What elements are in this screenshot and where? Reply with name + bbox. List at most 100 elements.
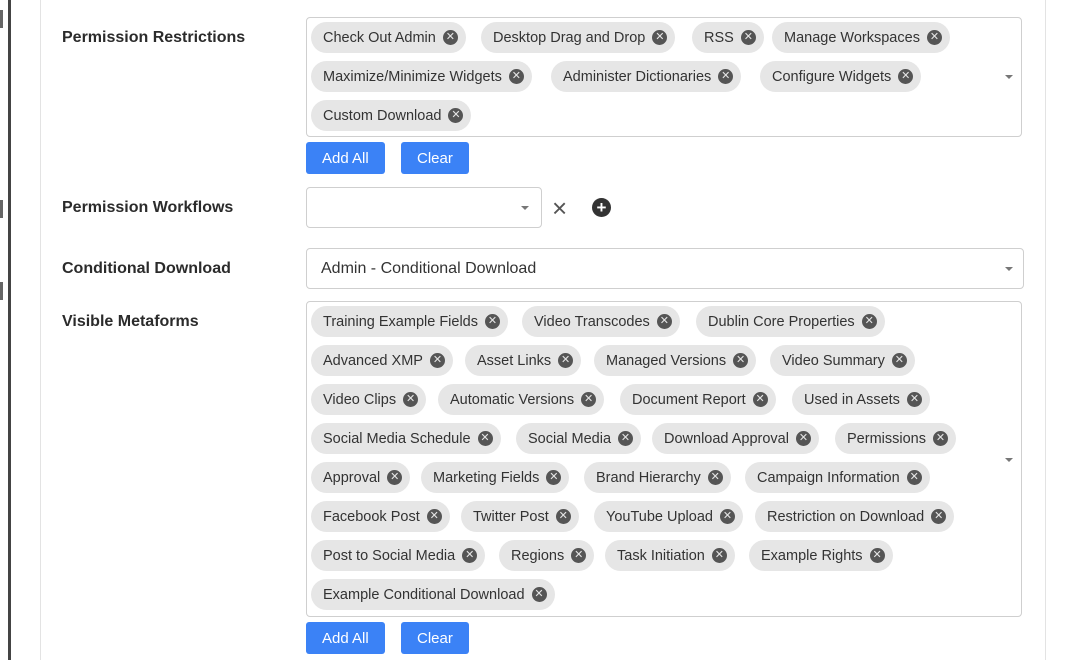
circle-x-icon[interactable]: ✕ [861,314,877,329]
circle-x-icon[interactable]: ✕ [442,30,458,45]
circle-x-icon[interactable]: ✕ [869,548,885,563]
tag-label: Training Example Fields [323,313,478,330]
close-icon[interactable]: × [552,195,567,221]
circle-x-icon[interactable]: ✕ [733,353,749,368]
tag-label: Post to Social Media [323,547,456,564]
permission-workflows-select[interactable] [306,187,542,228]
tag-label: Example Conditional Download [323,586,525,603]
tag: Configure Widgets ✕ [760,61,922,92]
circle-x-icon[interactable]: ✕ [426,509,442,524]
tag: Permissions ✕ [835,423,956,454]
tag: Managed Versions ✕ [594,345,757,376]
circle-x-icon[interactable]: ✕ [555,509,571,524]
circle-x-icon[interactable]: ✕ [477,431,493,446]
tag: Campaign Information ✕ [745,462,930,493]
circle-x-icon[interactable]: ✕ [711,548,727,563]
tag: Social Media Schedule ✕ [311,423,501,454]
tag-label: Administer Dictionaries [563,68,712,85]
tag-label: Video Clips [323,391,397,408]
permission-restrictions-clear-button[interactable]: Clear [401,142,469,174]
tag: Advanced XMP ✕ [311,345,453,376]
tag-label: Facebook Post [323,508,420,525]
circle-x-icon[interactable]: ✕ [932,431,948,446]
tag-label: Manage Workspaces [784,29,920,46]
left-mark [0,10,3,28]
visible-metaforms-add-all-button[interactable]: Add All [306,622,385,654]
caret-down-icon[interactable] [1005,267,1013,271]
circle-x-icon[interactable]: ✕ [795,431,811,446]
tag-label: Managed Versions [606,352,727,369]
circle-x-icon[interactable]: ✕ [719,509,735,524]
caret-down-icon[interactable] [521,206,529,210]
tag: Desktop Drag and Drop ✕ [481,22,676,53]
tag-label: Download Approval [664,430,789,447]
circle-x-icon[interactable]: ✕ [931,509,947,524]
circle-x-icon[interactable]: ✕ [387,470,403,485]
circle-x-icon[interactable]: ✕ [898,69,914,84]
tag-label: Example Rights [761,547,863,564]
circle-x-icon[interactable]: ✕ [546,470,562,485]
circle-x-icon[interactable]: ✕ [581,392,597,407]
circle-x-icon[interactable]: ✕ [652,30,668,45]
circle-x-icon[interactable]: ✕ [618,431,634,446]
visible-metaforms-clear-button[interactable]: Clear [401,622,469,654]
tag-label: Video Summary [782,352,885,369]
tag-label: Custom Download [323,107,442,124]
circle-x-icon[interactable]: ✕ [906,470,922,485]
permission-restrictions-select[interactable]: Check Out Admin ✕ Desktop Drag and Drop ✕ RS… [306,17,1022,137]
tag-label: Social Media [528,430,612,447]
tag-label: Dublin Core Properties [708,313,855,330]
circle-x-icon[interactable]: ✕ [508,69,524,84]
circle-x-icon[interactable]: ✕ [558,353,574,368]
circle-x-icon[interactable]: ✕ [448,108,464,123]
tag-label: Social Media Schedule [323,430,471,447]
tag: Check Out Admin ✕ [311,22,466,53]
circle-x-icon[interactable]: ✕ [531,587,547,602]
circle-x-icon[interactable]: ✕ [462,548,478,563]
permission-restrictions-add-all-button[interactable]: Add All [306,142,385,174]
tag: Restriction on Download ✕ [755,501,955,532]
tag: Video Clips ✕ [311,384,427,415]
circle-x-icon[interactable]: ✕ [571,548,587,563]
permission-workflows-label: Permission Workflows [62,199,234,216]
tag: Social Media ✕ [516,423,642,454]
tag: Document Report ✕ [620,384,776,415]
tag-label: YouTube Upload [606,508,713,525]
tag-label: Permissions [847,430,926,447]
circle-x-icon[interactable]: ✕ [485,314,500,329]
circle-x-icon[interactable]: ✕ [891,353,907,368]
tag-label: Campaign Information [757,469,900,486]
tag: Facebook Post ✕ [311,501,450,532]
tag: Training Example Fields ✕ [311,306,508,337]
circle-x-icon[interactable]: ✕ [656,314,672,329]
tag-label: Automatic Versions [450,391,575,408]
circle-x-icon[interactable]: ✕ [403,392,419,407]
caret-down-icon[interactable] [1005,75,1013,79]
left-mark [0,200,3,218]
tag: Custom Download ✕ [311,100,472,131]
circle-x-icon[interactable]: ✕ [740,30,756,45]
conditional-download-select[interactable]: Admin - Conditional Download [306,248,1024,289]
tag: Download Approval ✕ [652,423,819,454]
tag-label: Configure Widgets [772,68,892,85]
visible-metaforms-select[interactable]: Training Example Fields ✕ Video Transcodes… [306,301,1022,617]
circle-x-icon[interactable]: ✕ [707,470,723,485]
tag-label: Approval [323,469,381,486]
tag-label: Video Transcodes [534,313,650,330]
circle-x-icon[interactable]: ✕ [752,392,768,407]
plus-circle-icon[interactable]: + [592,198,611,217]
caret-down-icon[interactable] [1005,458,1013,462]
circle-x-icon[interactable]: ✕ [926,30,942,45]
visible-metaforms-label: Visible Metaforms [62,313,199,330]
tag: Used in Assets ✕ [792,384,930,415]
tag: Brand Hierarchy ✕ [584,462,731,493]
tag-label: Brand Hierarchy [596,469,701,486]
tag-label: Desktop Drag and Drop [493,29,646,46]
tag-label: Twitter Post [473,508,549,525]
circle-x-icon[interactable]: ✕ [906,392,922,407]
tag: Asset Links ✕ [465,345,582,376]
tag: Maximize/Minimize Widgets ✕ [311,61,532,92]
tag: Twitter Post ✕ [461,501,579,532]
circle-x-icon[interactable]: ✕ [429,353,445,368]
circle-x-icon[interactable]: ✕ [718,69,734,84]
